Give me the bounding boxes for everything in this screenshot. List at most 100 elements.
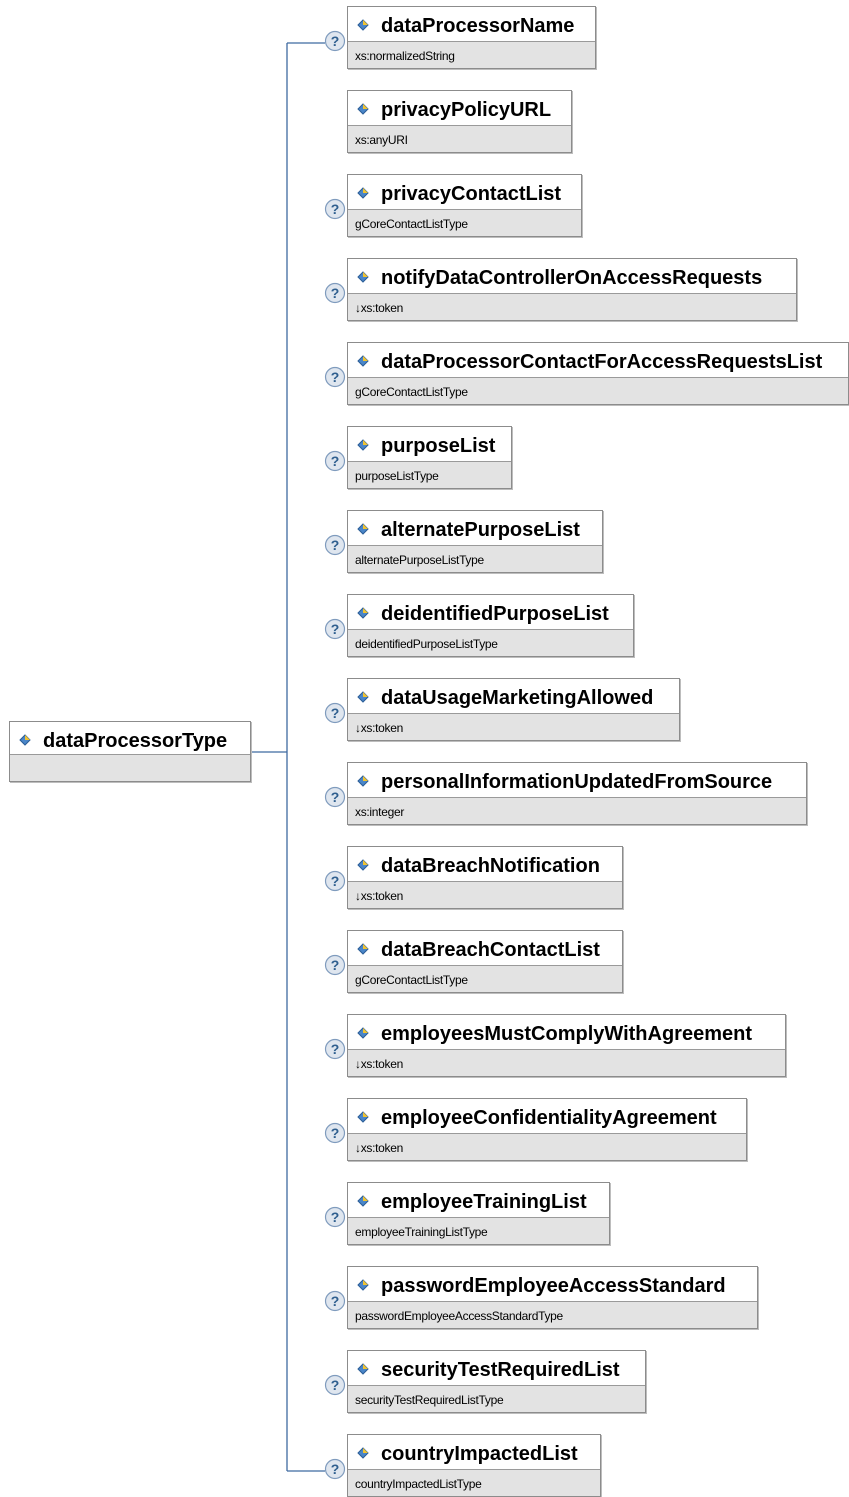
element-type: ↓xs:token [355,721,403,735]
svg-text:?: ? [331,537,340,553]
root-element-box[interactable]: dataProcessorType [9,721,251,782]
help-question-icon[interactable]: ? [324,450,346,472]
help-question-icon[interactable]: ? [324,534,346,556]
element-type-bar: ↓xs:token [348,713,679,740]
element-name: countryImpactedList [381,1443,578,1465]
element-box-deidentifiedPurposeList[interactable]: deidentifiedPurposeList deidentifiedPurpo… [347,594,634,657]
element-name: personalInformationUpdatedFromSource [381,771,773,793]
element-name: dataBreachContactList [381,939,600,961]
svg-text:?: ? [331,453,340,469]
root-element-type-bar [10,754,250,781]
svg-text:?: ? [331,33,340,49]
help-question-icon[interactable]: ? [324,198,346,220]
element-diamond-icon [357,1027,369,1039]
element-box-passwordEmployeeAccessStandard[interactable]: passwordEmployeeAccessStandard passwordEm… [347,1266,758,1329]
element-diamond-icon [357,1363,369,1375]
element-diamond-icon [357,607,369,619]
element-name: notifyDataControllerOnAccessRequests [381,267,763,289]
element-box-employeeTrainingList[interactable]: employeeTrainingList employeeTrainingList… [347,1182,610,1245]
element-type: gCoreContactListType [355,973,468,987]
help-question-icon[interactable]: ? [324,702,346,724]
help-question-icon[interactable]: ? [324,786,346,808]
element-type-bar: purposeListType [348,461,511,488]
element-type-bar: ↓xs:token [348,1133,746,1160]
element-type: xs:anyURI [355,133,408,147]
element-box-privacyPolicyURL[interactable]: privacyPolicyURL xs:anyURI [347,90,572,153]
element-diamond-icon [357,943,369,955]
element-type-bar: ↓xs:token [348,1049,785,1076]
svg-text:?: ? [331,789,340,805]
element-diamond-icon [357,1195,369,1207]
element-type-bar: countryImpactedListType [348,1469,600,1496]
help-question-icon[interactable]: ? [324,366,346,388]
element-type: ↓xs:token [355,1057,403,1071]
element-type: ↓xs:token [355,1141,403,1155]
element-type-bar: ↓xs:token [348,881,622,908]
element-box-dataBreachNotification[interactable]: dataBreachNotification ↓xs:token [347,846,623,909]
element-type: passwordEmployeeAccessStandardType [355,1309,563,1323]
root-element-name: dataProcessorType [43,730,228,752]
element-type-bar: securityTestRequiredListType [348,1385,645,1412]
element-diamond-icon [357,355,369,367]
element-type: employeeTrainingListType [355,1225,488,1239]
element-box-dataBreachContactList[interactable]: dataBreachContactList gCoreContactListTyp… [347,930,623,993]
element-name: alternatePurposeList [381,519,580,541]
element-type: gCoreContactListType [355,385,468,399]
element-box-dataProcessorName[interactable]: dataProcessorName xs:normalizedString [347,6,596,69]
element-box-dataUsageMarketingAllowed[interactable]: dataUsageMarketingAllowed ↓xs:token [347,678,680,741]
element-box-purposeList[interactable]: purposeList purposeListType [347,426,512,489]
element-type: gCoreContactListType [355,217,468,231]
element-box-securityTestRequiredList[interactable]: securityTestRequiredList securityTestRequ… [347,1350,646,1413]
svg-text:?: ? [331,285,340,301]
help-question-icon[interactable]: ? [324,870,346,892]
element-box-countryImpactedList[interactable]: countryImpactedList countryImpactedListTy… [347,1434,601,1497]
element-name: purposeList [381,435,496,457]
element-diamond-icon [357,187,369,199]
element-type-bar: xs:anyURI [348,125,571,152]
help-question-icon[interactable]: ? [324,618,346,640]
element-type-bar: xs:normalizedString [348,41,595,68]
element-name: dataBreachNotification [381,855,600,877]
element-type-bar: gCoreContactListType [348,377,848,404]
help-question-icon[interactable]: ? [324,1206,346,1228]
help-question-icon[interactable]: ? [324,282,346,304]
help-question-icon[interactable]: ? [324,1458,346,1480]
help-question-icon[interactable]: ? [324,1122,346,1144]
svg-text:?: ? [331,705,340,721]
element-diamond-icon [357,19,369,31]
element-type: xs:normalizedString [355,49,455,63]
element-box-personalInformationUpdatedFromSource[interactable]: personalInformationUpdatedFromSource xs:i… [347,762,807,825]
help-question-icon[interactable]: ? [324,1374,346,1396]
element-box-dataProcessorContactForAccessRequestsList[interactable]: dataProcessorContactForAccessRequestsLis… [347,342,849,405]
element-box-employeeConfidentialityAgreement[interactable]: employeeConfidentialityAgreement ↓xs:toke… [347,1098,747,1161]
element-diamond-icon [357,691,369,703]
element-name: employeesMustComplyWithAgreement [381,1023,752,1045]
help-question-icon[interactable]: ? [324,1290,346,1312]
element-diamond-icon [357,859,369,871]
element-name: employeeTrainingList [381,1191,587,1213]
help-question-icon[interactable]: ? [324,954,346,976]
schema-diagram: dataProcessorType dataProcessorName xs:no… [0,0,849,1497]
element-diamond-icon [357,1111,369,1123]
element-type-bar: ↓xs:token [348,293,796,320]
element-box-privacyContactList[interactable]: privacyContactList gCoreContactListType [347,174,582,237]
element-name: privacyContactList [381,183,562,205]
element-name: employeeConfidentialityAgreement [381,1107,717,1129]
element-type: alternatePurposeListType [355,553,484,567]
element-type: purposeListType [355,469,439,483]
element-name: securityTestRequiredList [381,1359,620,1381]
element-box-employeesMustComplyWithAgreement[interactable]: employeesMustComplyWithAgreement ↓xs:toke… [347,1014,786,1077]
element-name: deidentifiedPurposeList [381,603,609,625]
element-type: xs:integer [355,805,405,819]
element-diamond-icon [357,523,369,535]
element-box-notifyDataControllerOnAccessRequests[interactable]: notifyDataControllerOnAccessRequests ↓xs:… [347,258,797,321]
svg-text:?: ? [331,1461,340,1477]
element-type-bar: passwordEmployeeAccessStandardType [348,1301,757,1328]
help-question-icon[interactable]: ? [324,1038,346,1060]
element-name: dataUsageMarketingAllowed [381,687,654,709]
element-box-alternatePurposeList[interactable]: alternatePurposeList alternatePurposeList… [347,510,603,573]
svg-text:?: ? [331,1041,340,1057]
help-question-icon[interactable]: ? [324,30,346,52]
element-type: countryImpactedListType [355,1477,482,1491]
element-type-bar: xs:integer [348,797,806,824]
